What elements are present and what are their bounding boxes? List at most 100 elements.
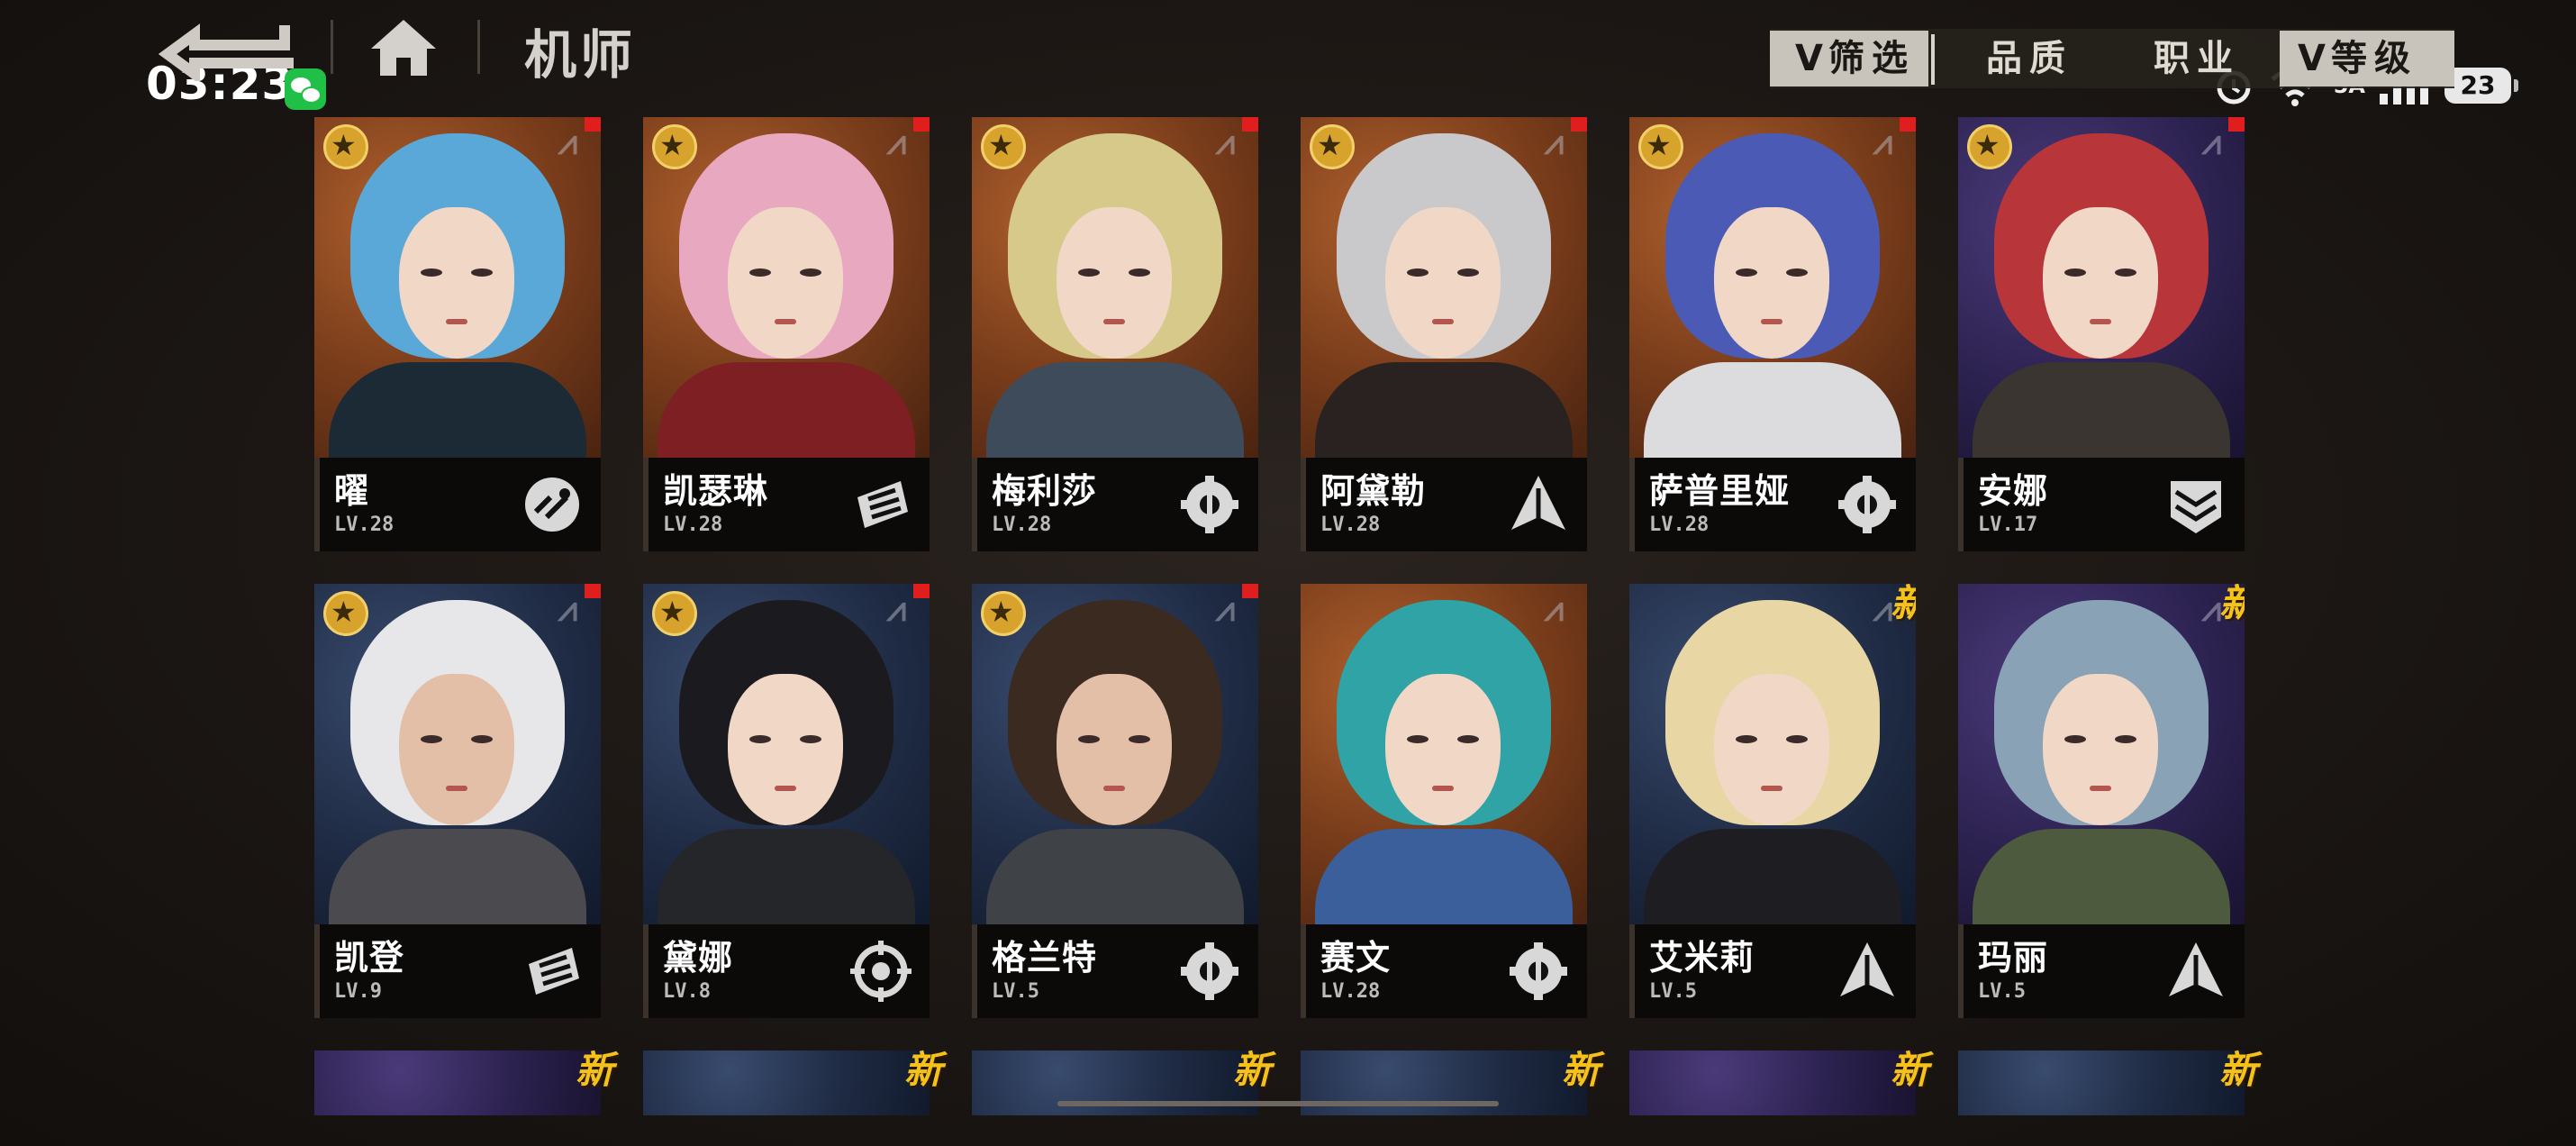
pilot-card[interactable]: ⩘ 黛娜LV.8 <box>643 584 930 1018</box>
pilot-card[interactable]: ⩘新玛丽LV.5 <box>1958 584 2245 1018</box>
class-sort-button[interactable]: 职业 <box>2154 31 2280 86</box>
pilot-portrait: ⩘ <box>972 117 1258 479</box>
pilot-portrait: ⩘ <box>314 117 601 479</box>
filter-label: 筛选 <box>1828 38 1915 79</box>
star-rank-icon <box>1638 124 1683 169</box>
arrow-up-icon <box>2163 939 2228 1004</box>
pilot-card[interactable]: ⩘ 格兰特LV.5 <box>972 584 1258 1018</box>
pilot-card[interactable]: ⩘ 凯登LV.9 <box>314 584 601 1018</box>
new-badge: 新 <box>1561 1048 1600 1092</box>
new-badge: 新 <box>903 1048 942 1092</box>
portrait-face <box>2043 207 2158 359</box>
filter-bar: V筛选 品质 职业 V等级 <box>1770 29 2454 88</box>
pilot-card[interactable]: 新 <box>314 1048 613 1115</box>
pilot-name: 曜 <box>334 471 370 511</box>
pilot-name: 凯登 <box>334 938 405 978</box>
pilot-card[interactable]: 新 <box>1958 1048 2257 1115</box>
faction-emblem-icon: ⩘ <box>1873 589 1892 629</box>
header-divider <box>477 20 480 74</box>
pilot-info: 凯瑟琳 LV.28 <box>643 458 930 551</box>
pilot-card[interactable]: 新 <box>1629 1048 1928 1115</box>
pilot-name: 凯瑟琳 <box>663 471 769 511</box>
pilot-name: 萨普里娅 <box>1649 471 1791 511</box>
pilot-name: 黛娜 <box>663 938 734 978</box>
chevron-down-icon: V <box>1795 38 1828 79</box>
pilot-info: 凯登 LV.9 <box>314 924 601 1018</box>
pilot-portrait <box>643 1050 930 1115</box>
pilot-level: LV.28 <box>663 514 723 536</box>
star-rank-icon <box>323 591 368 636</box>
pilot-name: 玛丽 <box>1978 938 2049 978</box>
new-badge: 新 <box>1891 584 1916 628</box>
pilot-portrait: ⩘ <box>1629 584 1916 946</box>
pilot-card[interactable]: ⩘ 赛文 LV.28 <box>1301 584 1587 1018</box>
pilot-card[interactable]: 新 <box>643 1048 942 1115</box>
pilot-card[interactable]: ⩘ 安娜 LV.17 <box>1958 117 2245 551</box>
pilot-card[interactable]: ⩘ 萨普里娅 LV.28 <box>1629 117 1916 551</box>
faction-emblem-icon: ⩘ <box>558 589 577 629</box>
gear-wrench-icon <box>1835 472 1900 537</box>
pilot-name: 阿黛勒 <box>1320 471 1427 511</box>
star-rank-icon <box>981 591 1026 636</box>
pilot-card[interactable]: ⩘ 曜 LV.28 <box>314 117 601 551</box>
pilot-level: LV.17 <box>1978 514 2038 536</box>
shield-lines-icon <box>520 939 585 1004</box>
portrait-face <box>728 207 843 359</box>
filter-button[interactable]: V筛选 <box>1770 31 1928 86</box>
portrait-face <box>1057 674 1172 825</box>
portrait-face <box>399 207 514 359</box>
pilot-portrait: ⩘ <box>643 584 930 946</box>
notification-badge <box>585 117 601 132</box>
faction-emblem-icon: ⩘ <box>2201 589 2221 629</box>
quality-label: 品质 <box>1986 38 2073 79</box>
new-badge: 新 <box>2218 1048 2257 1092</box>
gear-wrench-icon <box>1177 939 1242 1004</box>
portrait-face <box>1057 207 1172 359</box>
level-sort-button[interactable]: V等级 <box>2280 31 2454 86</box>
circuit-icon <box>520 472 585 537</box>
star-rank-icon <box>1967 124 2012 169</box>
faction-emblem-icon: ⩘ <box>886 123 906 162</box>
faction-emblem-icon: ⩘ <box>1544 589 1564 629</box>
arrow-up-icon <box>1506 472 1571 537</box>
pilot-info: 萨普里娅 LV.28 <box>1629 458 1916 551</box>
faction-emblem-icon: ⩘ <box>1873 123 1892 162</box>
faction-emblem-icon: ⩘ <box>558 123 577 162</box>
pilot-card[interactable]: ⩘ 凯瑟琳 LV.28 <box>643 117 930 551</box>
class-label: 职业 <box>2154 38 2240 79</box>
pilot-level: LV.5 <box>992 980 1039 1003</box>
new-badge: 新 <box>575 1048 613 1092</box>
star-rank-icon <box>652 124 697 169</box>
pilot-name: 赛文 <box>1320 938 1392 978</box>
notification-badge <box>2228 117 2245 132</box>
pilot-portrait <box>1629 1050 1916 1115</box>
pilot-info: 赛文 LV.28 <box>1301 924 1587 1018</box>
pilot-level: LV.8 <box>663 980 711 1003</box>
back-arrow-icon[interactable] <box>159 18 294 81</box>
pilot-info: 黛娜 LV.8 <box>643 924 930 1018</box>
notification-badge <box>585 584 601 598</box>
quality-sort-button[interactable]: 品质 <box>1986 31 2112 86</box>
pilot-card[interactable]: ⩘ 梅利莎 LV.28 <box>972 117 1258 551</box>
pilot-card[interactable]: ⩘ 阿黛勒 LV.28 <box>1301 117 1587 551</box>
pilot-name: 梅利莎 <box>992 471 1098 511</box>
portrait-face <box>2043 674 2158 825</box>
pilot-name: 安娜 <box>1978 471 2049 511</box>
notification-badge <box>1900 117 1916 132</box>
pilot-portrait <box>314 1050 601 1115</box>
faction-emblem-icon: ⩘ <box>886 589 906 629</box>
notification-badge <box>913 117 930 132</box>
portrait-face <box>1714 207 1829 359</box>
home-indicator <box>1057 1101 1499 1106</box>
pilot-info: 玛丽 LV.5 <box>1958 924 2245 1018</box>
faction-emblem-icon: ⩘ <box>2201 123 2221 162</box>
pilot-grid: ⩘ 曜 LV.28 ⩘ 凯瑟琳 LV.28 ⩘ 梅利莎 LV.28 ⩘ 阿黛勒 LV.28 ⩘ 萨普里娅 L… <box>314 117 2257 1115</box>
pilot-level: LV.5 <box>1649 980 1697 1003</box>
chevron-shield-icon <box>2163 472 2228 537</box>
portrait-face <box>1385 674 1501 825</box>
pilot-portrait: ⩘ <box>643 117 930 479</box>
pilot-level: LV.5 <box>1978 980 2026 1003</box>
home-icon[interactable] <box>367 16 440 79</box>
faction-emblem-icon: ⩘ <box>1215 123 1235 162</box>
pilot-card[interactable]: ⩘新艾米莉LV.5 <box>1629 584 1916 1018</box>
